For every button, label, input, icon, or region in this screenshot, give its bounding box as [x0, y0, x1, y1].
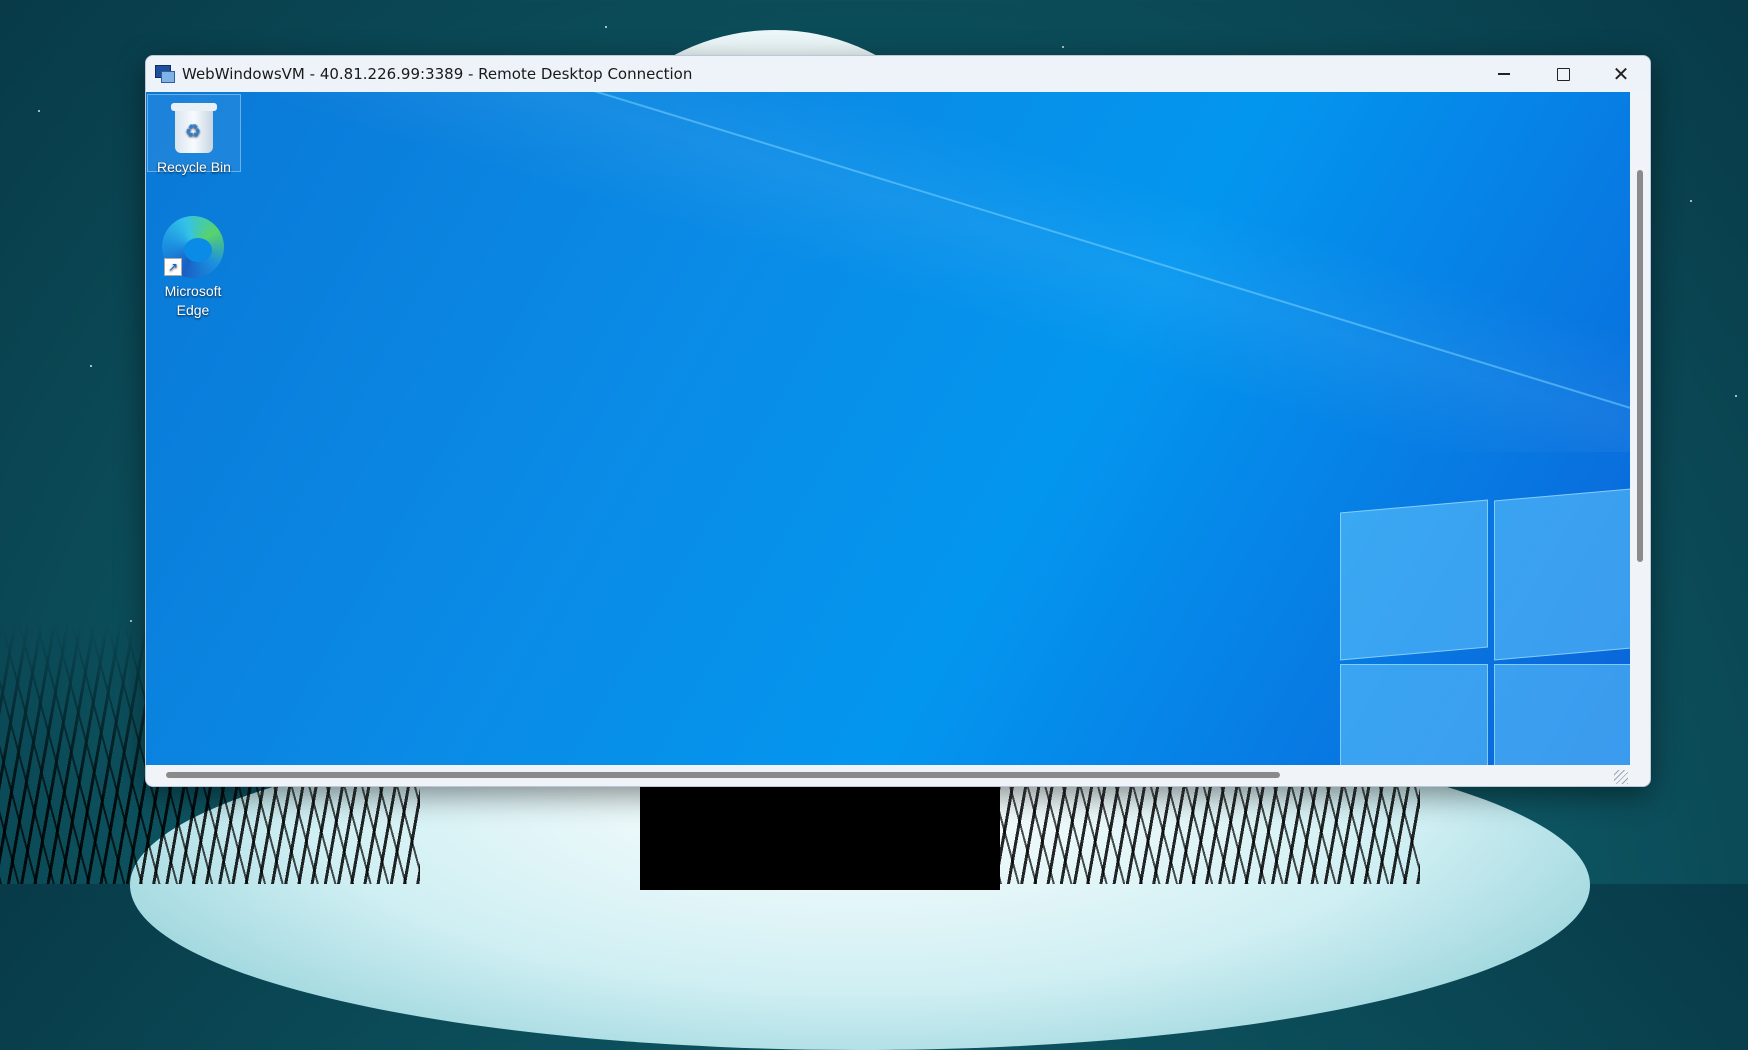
horizontal-scroll-thumb[interactable] — [166, 772, 1280, 778]
star — [130, 620, 132, 622]
minimize-button[interactable] — [1475, 56, 1533, 92]
vertical-scrollbar[interactable] — [1630, 92, 1650, 765]
light-rays — [186, 92, 1630, 452]
shortcut-arrow-icon: ↗ — [164, 258, 182, 276]
remote-desktop-icon — [155, 64, 175, 84]
remote-desktop-window[interactable]: WebWindowsVM - 40.81.226.99:3389 - Remot… — [145, 55, 1651, 787]
star — [1690, 200, 1692, 202]
vertical-scroll-thumb[interactable] — [1637, 170, 1643, 562]
minimize-icon — [1498, 73, 1510, 75]
star — [90, 365, 92, 367]
edge-icon: ↗ — [162, 216, 224, 278]
window-title: WebWindowsVM - 40.81.226.99:3389 - Remot… — [182, 65, 693, 83]
maximize-button[interactable] — [1534, 56, 1592, 92]
desktop-icon-microsoft-edge[interactable]: ↗ Microsoft Edge — [147, 216, 239, 320]
desktop-icon-label: Microsoft Edge — [164, 283, 222, 318]
close-icon: ✕ — [1612, 62, 1630, 86]
desktop-icon-label: Recycle Bin — [157, 159, 231, 175]
maximize-icon — [1556, 67, 1570, 81]
star — [1062, 46, 1064, 48]
recycle-bin-icon: ♻ — [171, 101, 217, 155]
windows-logo-graphic — [1340, 482, 1630, 765]
ground-silhouette — [640, 780, 1000, 890]
horizontal-scrollbar[interactable] — [146, 765, 1630, 786]
star — [38, 110, 40, 112]
star — [605, 26, 607, 28]
resize-grip-icon[interactable] — [1614, 770, 1628, 784]
title-bar[interactable]: WebWindowsVM - 40.81.226.99:3389 - Remot… — [146, 56, 1650, 92]
close-button[interactable]: ✕ — [1592, 56, 1650, 92]
star — [1735, 395, 1737, 397]
remote-desktop-screen[interactable]: ♻ Recycle Bin ↗ Microsoft Edge — [146, 92, 1630, 765]
desktop-icon-recycle-bin[interactable]: ♻ Recycle Bin — [147, 94, 241, 175]
